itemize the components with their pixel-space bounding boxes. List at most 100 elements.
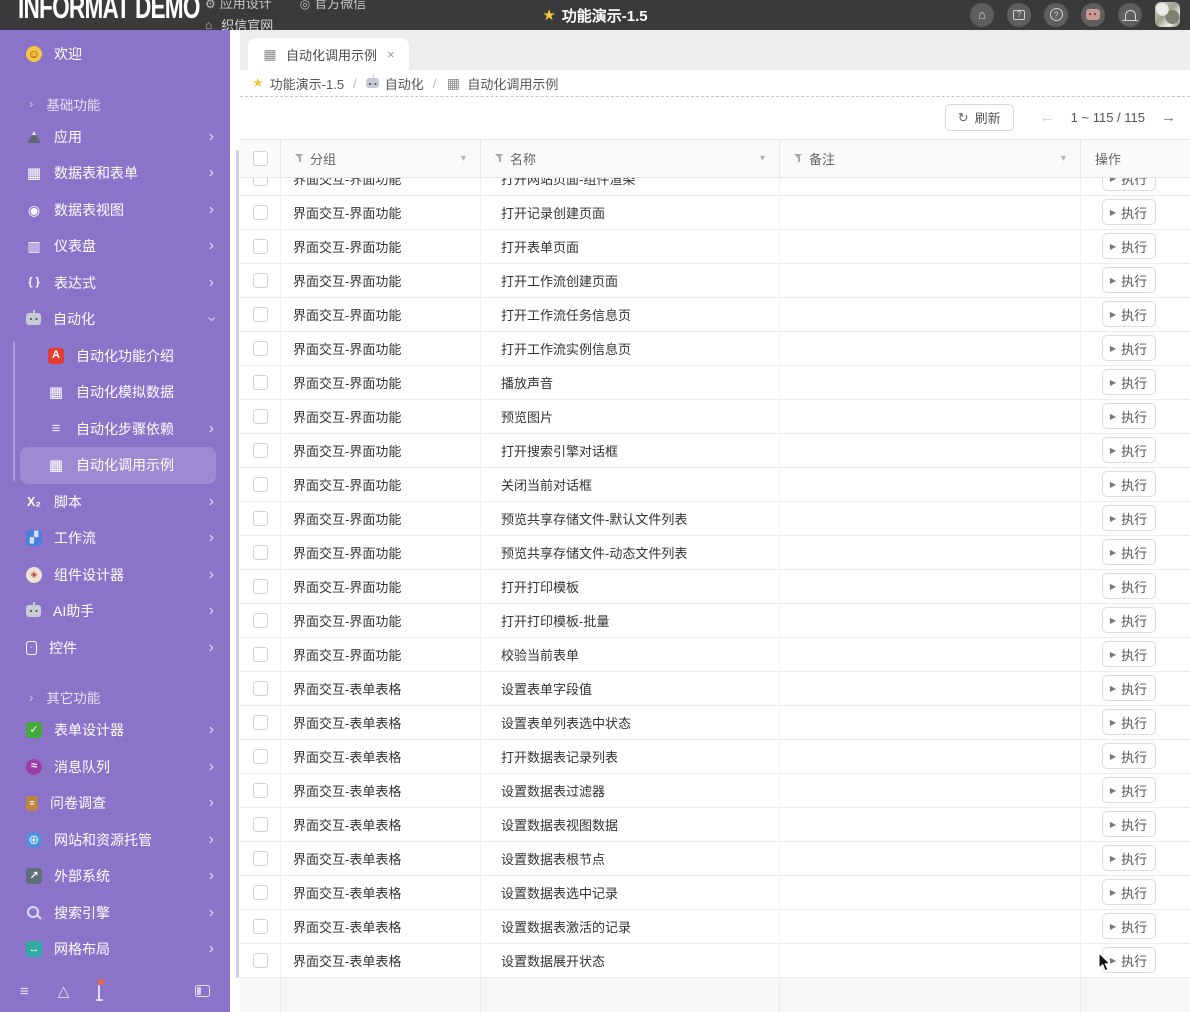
execute-button[interactable]: ▶ 执行 xyxy=(1101,471,1156,497)
execute-button[interactable]: ▶ 执行 xyxy=(1101,777,1156,803)
sidebar-item-ai-assistant[interactable]: AI助手 › xyxy=(0,593,230,630)
execute-button[interactable]: ▶ 执行 xyxy=(1101,539,1156,565)
row-checkbox[interactable] xyxy=(252,918,268,934)
select-all-checkbox[interactable] xyxy=(252,150,268,166)
row-checkbox[interactable] xyxy=(252,850,268,866)
collapse-sidebar-icon[interactable] xyxy=(195,985,210,997)
execute-button[interactable]: ▶ 执行 xyxy=(1101,573,1156,599)
execute-button[interactable]: ▶ 执行 xyxy=(1101,845,1156,871)
row-checkbox[interactable] xyxy=(252,442,268,458)
row-checkbox[interactable] xyxy=(252,272,268,288)
row-checkbox[interactable] xyxy=(252,238,268,254)
execute-button[interactable]: ▶ 执行 xyxy=(1101,879,1156,905)
row-checkbox[interactable] xyxy=(252,646,268,662)
sidebar-item-grid-layout[interactable]: ↔ 网格布局 › xyxy=(0,931,230,968)
sidebar-item-table-views[interactable]: ◉ 数据表视图 › xyxy=(0,192,230,229)
sidebar-item-survey[interactable]: ≡ 问卷调查 › xyxy=(0,785,230,822)
execute-button[interactable]: ▶ 执行 xyxy=(1101,811,1156,837)
help-button[interactable]: ? xyxy=(1044,2,1068,27)
breadcrumb-automation[interactable]: 自动化 xyxy=(365,74,424,93)
row-checkbox[interactable] xyxy=(252,177,268,186)
row-checkbox[interactable] xyxy=(252,714,268,730)
execute-button[interactable]: ▶ 执行 xyxy=(1101,641,1156,667)
row-checkbox[interactable] xyxy=(252,816,268,832)
breadcrumb-workspace[interactable]: ★ 功能演示-1.5 xyxy=(252,74,344,93)
row-checkbox[interactable] xyxy=(252,306,268,322)
row-checkbox[interactable] xyxy=(252,680,268,696)
execute-button[interactable]: ▶ 执行 xyxy=(1101,403,1156,429)
sidebar-item-widgets[interactable]: ▫ 控件 › xyxy=(0,630,230,667)
sidebar-item-workflow[interactable]: ▞ 工作流 › xyxy=(0,520,230,557)
row-checkbox[interactable] xyxy=(252,408,268,424)
execute-button[interactable]: ▶ 执行 xyxy=(1101,913,1156,939)
scrollbar-thumb[interactable] xyxy=(236,150,239,978)
nav-item-app-design[interactable]: ⚙ 应用设计 xyxy=(205,0,272,12)
sidebar-item-automation-mock-data[interactable]: ▦ 自动化模拟数据 xyxy=(0,374,230,411)
chevron-down-icon[interactable]: ▾ xyxy=(760,153,765,164)
sidebar-item-dashboards[interactable]: ▥ 仪表盘 › xyxy=(0,228,230,265)
execute-button[interactable]: ▶ 执行 xyxy=(1101,369,1156,395)
column-header-group[interactable]: 分组 ▾ xyxy=(281,139,481,177)
row-checkbox[interactable] xyxy=(252,748,268,764)
row-checkbox[interactable] xyxy=(252,476,268,492)
assistant-button[interactable] xyxy=(1081,2,1105,27)
row-checkbox[interactable] xyxy=(252,578,268,594)
sidebar-item-apps[interactable]: 应用 › xyxy=(0,119,230,156)
row-checkbox[interactable] xyxy=(252,952,268,968)
scrollbar-track[interactable] xyxy=(230,30,240,1012)
sidebar-item-automation-invoke-examples[interactable]: ▦ 自动化调用示例 xyxy=(20,447,216,484)
execute-button[interactable]: ▶ 执行 xyxy=(1101,199,1156,225)
row-checkbox[interactable] xyxy=(252,782,268,798)
row-checkbox[interactable] xyxy=(252,510,268,526)
row-checkbox[interactable] xyxy=(252,544,268,560)
home-button[interactable]: ⌂ xyxy=(970,2,994,27)
close-icon[interactable]: × xyxy=(387,47,395,62)
sidebar-section-other-features[interactable]: › 其它功能 xyxy=(0,682,230,712)
sidebar-item-scripts[interactable]: X₂ 脚本 › xyxy=(0,484,230,521)
user-avatar[interactable] xyxy=(1155,2,1180,27)
eject-icon[interactable]: △ xyxy=(58,982,70,1000)
sidebar-item-website-hosting[interactable]: ⊕ 网站和资源托管 › xyxy=(0,822,230,859)
execute-button[interactable]: ▶ 执行 xyxy=(1101,607,1156,633)
tab-automation-invoke-examples[interactable]: ▦ 自动化调用示例 × xyxy=(248,38,409,70)
execute-button[interactable]: ▶ 执行 xyxy=(1101,743,1156,769)
execute-button[interactable]: ▶ 执行 xyxy=(1101,177,1156,191)
row-checkbox[interactable] xyxy=(252,374,268,390)
sidebar-item-tables-and-forms[interactable]: ▦ 数据表和表单 › xyxy=(0,155,230,192)
execute-button[interactable]: ▶ 执行 xyxy=(1101,267,1156,293)
chevron-down-icon[interactable]: ▾ xyxy=(461,153,466,164)
refresh-button[interactable]: ↻ 刷新 xyxy=(944,104,1014,132)
sidebar-item-search-engine[interactable]: 搜索引擎 › xyxy=(0,895,230,932)
row-checkbox[interactable] xyxy=(252,884,268,900)
row-checkbox[interactable] xyxy=(252,612,268,628)
sidebar-item-component-designer[interactable]: ◈ 组件设计器 › xyxy=(0,557,230,594)
execute-button[interactable]: ▶ 执行 xyxy=(1101,675,1156,701)
notifications-footer-button[interactable] xyxy=(97,978,106,1000)
column-header-name[interactable]: 名称 ▾ xyxy=(481,139,780,177)
sidebar-item-message-queue[interactable]: ≈ 消息队列 › xyxy=(0,749,230,786)
feedback-button[interactable]: ? xyxy=(1007,2,1031,27)
column-header-note[interactable]: 备注 ▾ xyxy=(780,139,1081,177)
execute-button[interactable]: ▶ 执行 xyxy=(1101,301,1156,327)
row-checkbox[interactable] xyxy=(252,340,268,356)
arrow-right-icon[interactable]: → xyxy=(1161,109,1176,126)
sidebar-item-form-designer[interactable]: ✓ 表单设计器 › xyxy=(0,712,230,749)
execute-button[interactable]: ▶ 执行 xyxy=(1101,505,1156,531)
execute-button[interactable]: ▶ 执行 xyxy=(1101,947,1156,973)
nav-item-official-wechat[interactable]: ◎ 官方微信 xyxy=(300,0,367,12)
sidebar-section-basic-features[interactable]: › 基础功能 xyxy=(0,89,230,119)
execute-button[interactable]: ▶ 执行 xyxy=(1101,709,1156,735)
row-checkbox[interactable] xyxy=(252,204,268,220)
chevron-down-icon[interactable]: ▾ xyxy=(1061,153,1066,164)
list-icon[interactable]: ≡ xyxy=(20,983,29,1000)
execute-button[interactable]: ▶ 执行 xyxy=(1101,335,1156,361)
execute-button[interactable]: ▶ 执行 xyxy=(1101,233,1156,259)
sidebar-item-automation-step-deps[interactable]: ≡ 自动化步骤依赖 › xyxy=(0,411,230,448)
sidebar-item-external-systems[interactable]: ↗ 外部系统 › xyxy=(0,858,230,895)
execute-button[interactable]: ▶ 执行 xyxy=(1101,437,1156,463)
sidebar-item-welcome[interactable]: ☺ 欢迎 xyxy=(0,36,230,73)
notifications-button[interactable] xyxy=(1118,2,1142,27)
breadcrumb-current-page[interactable]: ▦ 自动化调用示例 xyxy=(445,74,559,93)
sidebar-item-expressions[interactable]: { } 表达式 › xyxy=(0,265,230,302)
sidebar-item-automation-intro[interactable]: A 自动化功能介绍 xyxy=(0,338,230,375)
